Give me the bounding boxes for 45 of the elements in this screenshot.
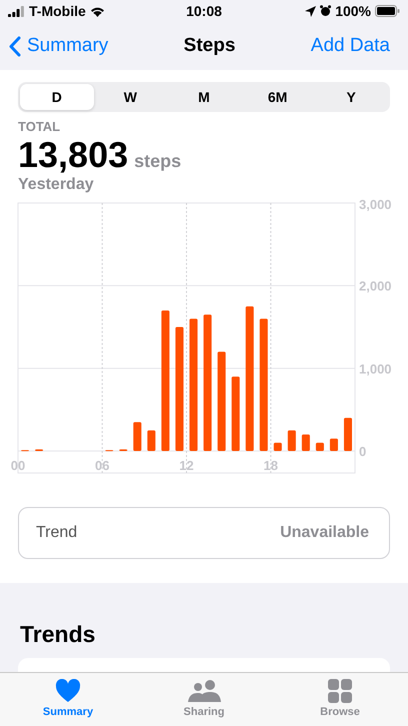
period-tab[interactable]: Y: [314, 84, 388, 110]
y-axis-label: 2,000: [359, 278, 392, 294]
y-axis-label: 0: [359, 444, 366, 459]
bar: [316, 442, 324, 451]
y-axis-label: 1,000: [359, 361, 392, 376]
wifi-icon: [90, 6, 105, 16]
bar: [302, 434, 310, 451]
period-tab[interactable]: 6M: [240, 84, 314, 110]
x-axis-label: 18: [264, 458, 278, 473]
date-label: Yesterday: [18, 176, 95, 194]
x-axis-label: 12: [179, 458, 194, 473]
bar: [344, 418, 352, 451]
grid-icon: [328, 679, 352, 703]
signal-icon: [8, 6, 25, 16]
bar: [330, 438, 338, 451]
x-axis-label: 00: [10, 458, 26, 473]
clock-time: 10:08: [186, 3, 222, 19]
step-total: 13,803: [18, 134, 128, 176]
battery-percent: 100%: [335, 3, 371, 19]
carrier-name: T-Mobile: [29, 3, 86, 19]
total-label: TOTAL: [18, 119, 62, 134]
x-axis-label: 06: [95, 458, 110, 473]
section-heading: Trends: [20, 621, 96, 648]
page-title: Steps: [184, 35, 236, 57]
period-tab[interactable]: W: [94, 84, 168, 110]
period-tab[interactable]: D: [20, 84, 94, 110]
add-data-link[interactable]: Add Data: [310, 35, 390, 57]
period-tab[interactable]: M: [167, 84, 241, 110]
back-link[interactable]: Summary: [8, 35, 108, 57]
bar: [274, 442, 282, 451]
trend-card[interactable]: Trend Unavailable: [18, 507, 390, 559]
chevron-left-icon: [8, 36, 21, 56]
tab-bar-item[interactable]: Summary: [23, 673, 113, 726]
trend-label: Trend: [36, 524, 78, 542]
people-icon: [187, 679, 221, 703]
bar: [288, 430, 296, 451]
y-axis-label: 3,000: [359, 198, 392, 212]
unit-label: steps: [134, 151, 182, 172]
bar: [133, 422, 142, 451]
bar: [147, 430, 156, 451]
location-arrow-icon: [305, 6, 316, 16]
trend-value: Unavailable: [280, 524, 369, 542]
heart-icon: [55, 679, 81, 703]
battery-icon: [375, 5, 400, 17]
alarm-icon: [320, 5, 332, 17]
